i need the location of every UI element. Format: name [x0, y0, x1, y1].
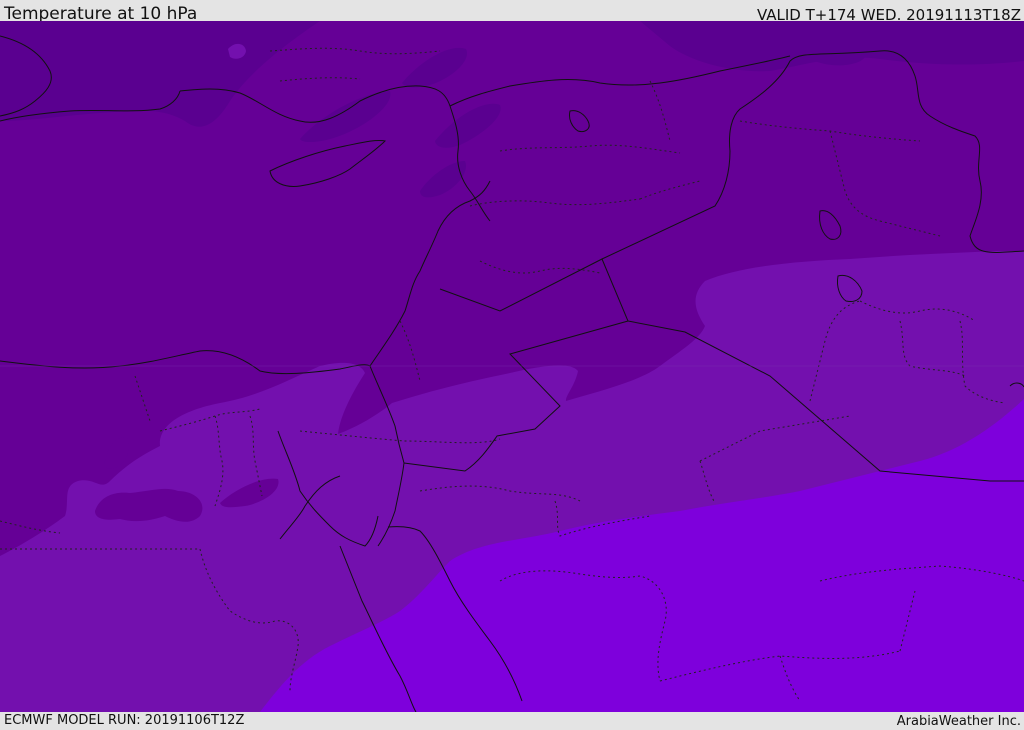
map-svg: [0, 21, 1024, 712]
footer-bar: ECMWF MODEL RUN: 20191106T12Z ArabiaWeat…: [0, 712, 1024, 729]
header-bar: Temperature at 10 hPa VALID T+174 WED. 2…: [0, 0, 1024, 24]
model-run-label: ECMWF MODEL RUN: 20191106T12Z: [4, 713, 245, 728]
credit-label: ArabiaWeather Inc.: [896, 714, 1021, 729]
weather-map[interactable]: [0, 21, 1024, 712]
